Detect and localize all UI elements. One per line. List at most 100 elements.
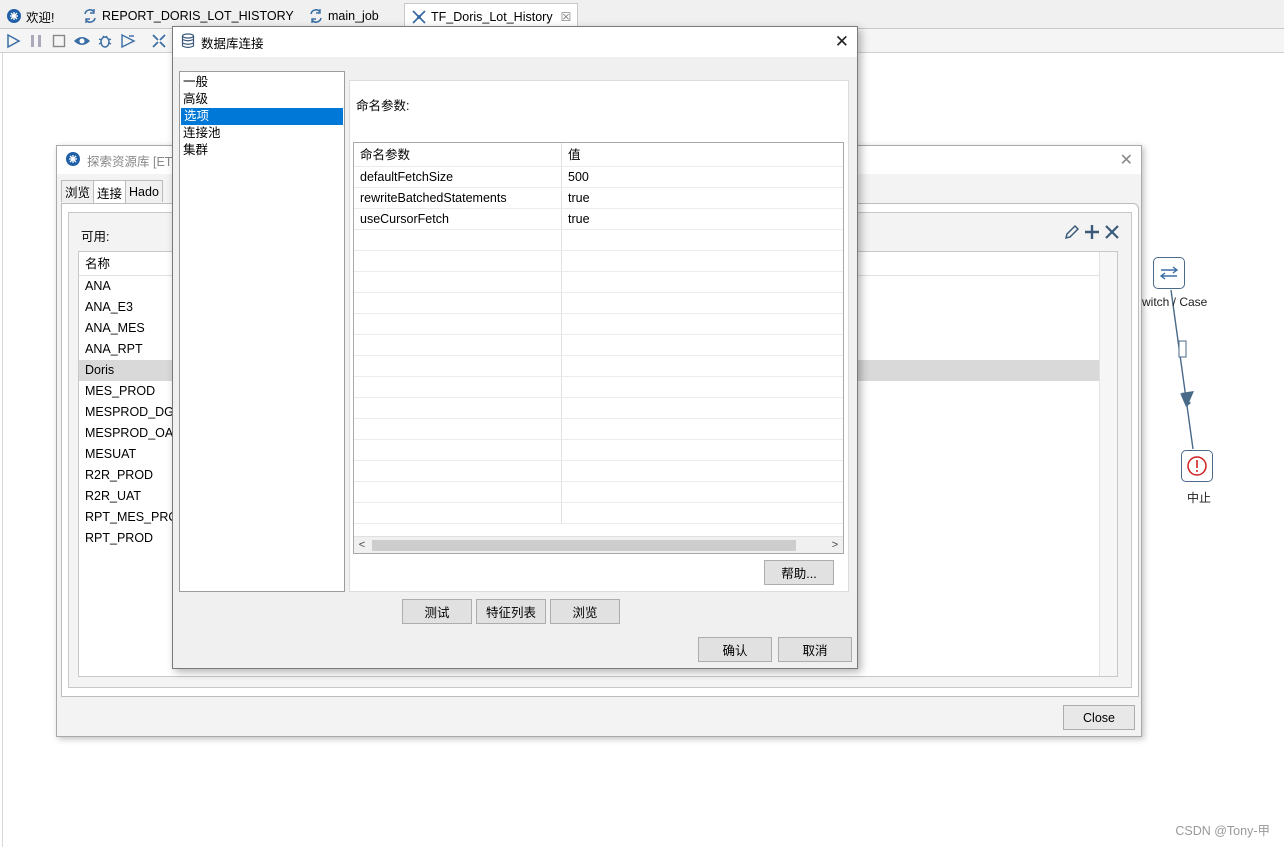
parameter-value-cell[interactable] <box>562 398 843 418</box>
parameter-value-cell[interactable] <box>562 377 843 397</box>
tab-connections[interactable]: 连接 <box>93 180 127 204</box>
parameter-value-cell[interactable] <box>562 356 843 376</box>
parameter-name-cell[interactable] <box>354 419 562 439</box>
parameter-name-cell[interactable] <box>354 377 562 397</box>
parameter-name-cell[interactable] <box>354 461 562 481</box>
table-row[interactable] <box>354 272 843 293</box>
nav-options[interactable]: 选项 <box>181 108 343 125</box>
table-row[interactable]: defaultFetchSize 500 <box>354 167 843 188</box>
nav-general[interactable]: 一般 <box>180 74 344 91</box>
parameter-name-cell[interactable] <box>354 335 562 355</box>
table-row[interactable] <box>354 398 843 419</box>
stop-icon[interactable] <box>50 32 68 50</box>
tab-main-job[interactable]: main_job <box>302 4 385 28</box>
close-icon[interactable]: ✕ <box>835 32 849 52</box>
table-header-row: 命名参数 值 <box>354 143 843 167</box>
debug-icon[interactable] <box>96 32 114 50</box>
switch-case-label: witch / Case <box>1142 295 1208 309</box>
edit-icon[interactable] <box>1063 223 1081 244</box>
parameter-name-cell[interactable] <box>354 482 562 502</box>
parameter-name-cell[interactable] <box>354 314 562 334</box>
table-row[interactable] <box>354 482 843 503</box>
table-row[interactable] <box>354 230 843 251</box>
parameter-name-cell[interactable] <box>354 251 562 271</box>
table-row[interactable] <box>354 356 843 377</box>
parameter-value-cell[interactable] <box>562 293 843 313</box>
nav-advanced[interactable]: 高级 <box>180 91 344 108</box>
verify-icon[interactable] <box>150 32 168 50</box>
parameter-value-cell[interactable]: true <box>562 188 843 208</box>
tab-hadoop[interactable]: Hado <box>125 180 163 202</box>
vertical-scrollbar[interactable] <box>1099 252 1117 676</box>
parameter-name-cell[interactable] <box>354 272 562 292</box>
database-connection-dialog: 数据库连接 ✕ 一般 高级 选项 连接池 集群 命名参数: 命名参数 值 def… <box>172 26 858 669</box>
column-header-value[interactable]: 值 <box>562 143 843 166</box>
add-icon[interactable] <box>1083 223 1101 244</box>
table-row[interactable] <box>354 461 843 482</box>
feature-list-button[interactable]: 特征列表 <box>476 599 546 624</box>
parameter-name-cell[interactable] <box>354 230 562 250</box>
transformation-icon <box>411 9 427 25</box>
tab-report-doris-lot-history[interactable]: REPORT_DORIS_LOT_HISTORY <box>76 4 300 28</box>
cancel-button[interactable]: 取消 <box>778 637 852 662</box>
parameter-name-cell[interactable]: rewriteBatchedStatements <box>354 188 562 208</box>
abort-label: 中止 <box>1187 491 1212 505</box>
parameter-name-cell[interactable]: defaultFetchSize <box>354 167 562 187</box>
parameter-name-cell[interactable] <box>354 356 562 376</box>
parameter-value-cell[interactable] <box>562 440 843 460</box>
parameter-name-cell[interactable] <box>354 293 562 313</box>
column-header-name[interactable]: 命名参数 <box>354 143 562 166</box>
ok-button[interactable]: 确认 <box>698 637 772 662</box>
table-row[interactable] <box>354 377 843 398</box>
parameter-value-cell[interactable]: true <box>562 209 843 229</box>
nav-pooling[interactable]: 连接池 <box>180 125 344 142</box>
parameter-value-cell[interactable]: 500 <box>562 167 843 187</box>
job-icon <box>308 8 324 24</box>
connection-actions <box>1063 223 1121 244</box>
editor-tab-bar: 欢迎! REPORT_DORIS_LOT_HISTORY main_job TF… <box>0 0 1284 29</box>
table-row[interactable] <box>354 503 843 524</box>
close-tab-icon[interactable]: ☒ <box>561 10 572 24</box>
scroll-right-icon[interactable]: > <box>827 537 843 553</box>
close-button[interactable]: Close <box>1063 705 1135 730</box>
scrollbar-thumb[interactable] <box>372 540 796 551</box>
pause-icon[interactable] <box>27 32 45 50</box>
horizontal-scrollbar[interactable]: < > <box>354 536 843 553</box>
parameter-value-cell[interactable] <box>562 230 843 250</box>
parameter-value-cell[interactable] <box>562 251 843 271</box>
table-row[interactable]: rewriteBatchedStatements true <box>354 188 843 209</box>
table-row[interactable] <box>354 440 843 461</box>
close-icon[interactable]: ✕ <box>1120 150 1133 170</box>
parameter-name-cell[interactable] <box>354 398 562 418</box>
scroll-left-icon[interactable]: < <box>354 537 370 553</box>
table-row[interactable]: useCursorFetch true <box>354 209 843 230</box>
parameter-name-cell[interactable]: useCursorFetch <box>354 209 562 229</box>
preview-icon[interactable] <box>73 32 91 50</box>
table-row[interactable] <box>354 251 843 272</box>
table-row[interactable] <box>354 335 843 356</box>
switch-case-step[interactable] <box>1153 257 1185 289</box>
parameter-value-cell[interactable] <box>562 314 843 334</box>
help-button[interactable]: 帮助... <box>764 560 834 585</box>
spoon-icon <box>65 151 81 170</box>
tab-welcome[interactable]: 欢迎! <box>0 4 60 28</box>
parameter-name-cell[interactable] <box>354 503 562 523</box>
parameter-value-cell[interactable] <box>562 461 843 481</box>
parameter-value-cell[interactable] <box>562 419 843 439</box>
table-row[interactable] <box>354 314 843 335</box>
parameter-value-cell[interactable] <box>562 482 843 502</box>
parameter-value-cell[interactable] <box>562 335 843 355</box>
replay-icon[interactable] <box>119 32 137 50</box>
delete-icon[interactable] <box>1103 223 1121 244</box>
table-row[interactable] <box>354 293 843 314</box>
nav-clustering[interactable]: 集群 <box>180 142 344 159</box>
abort-step[interactable] <box>1181 450 1213 482</box>
explore-button[interactable]: 浏览 <box>550 599 620 624</box>
table-row[interactable] <box>354 419 843 440</box>
run-icon[interactable] <box>4 32 22 50</box>
parameter-value-cell[interactable] <box>562 503 843 523</box>
test-button[interactable]: 测试 <box>402 599 472 624</box>
tab-browse[interactable]: 浏览 <box>61 180 95 202</box>
parameter-value-cell[interactable] <box>562 272 843 292</box>
parameter-name-cell[interactable] <box>354 440 562 460</box>
